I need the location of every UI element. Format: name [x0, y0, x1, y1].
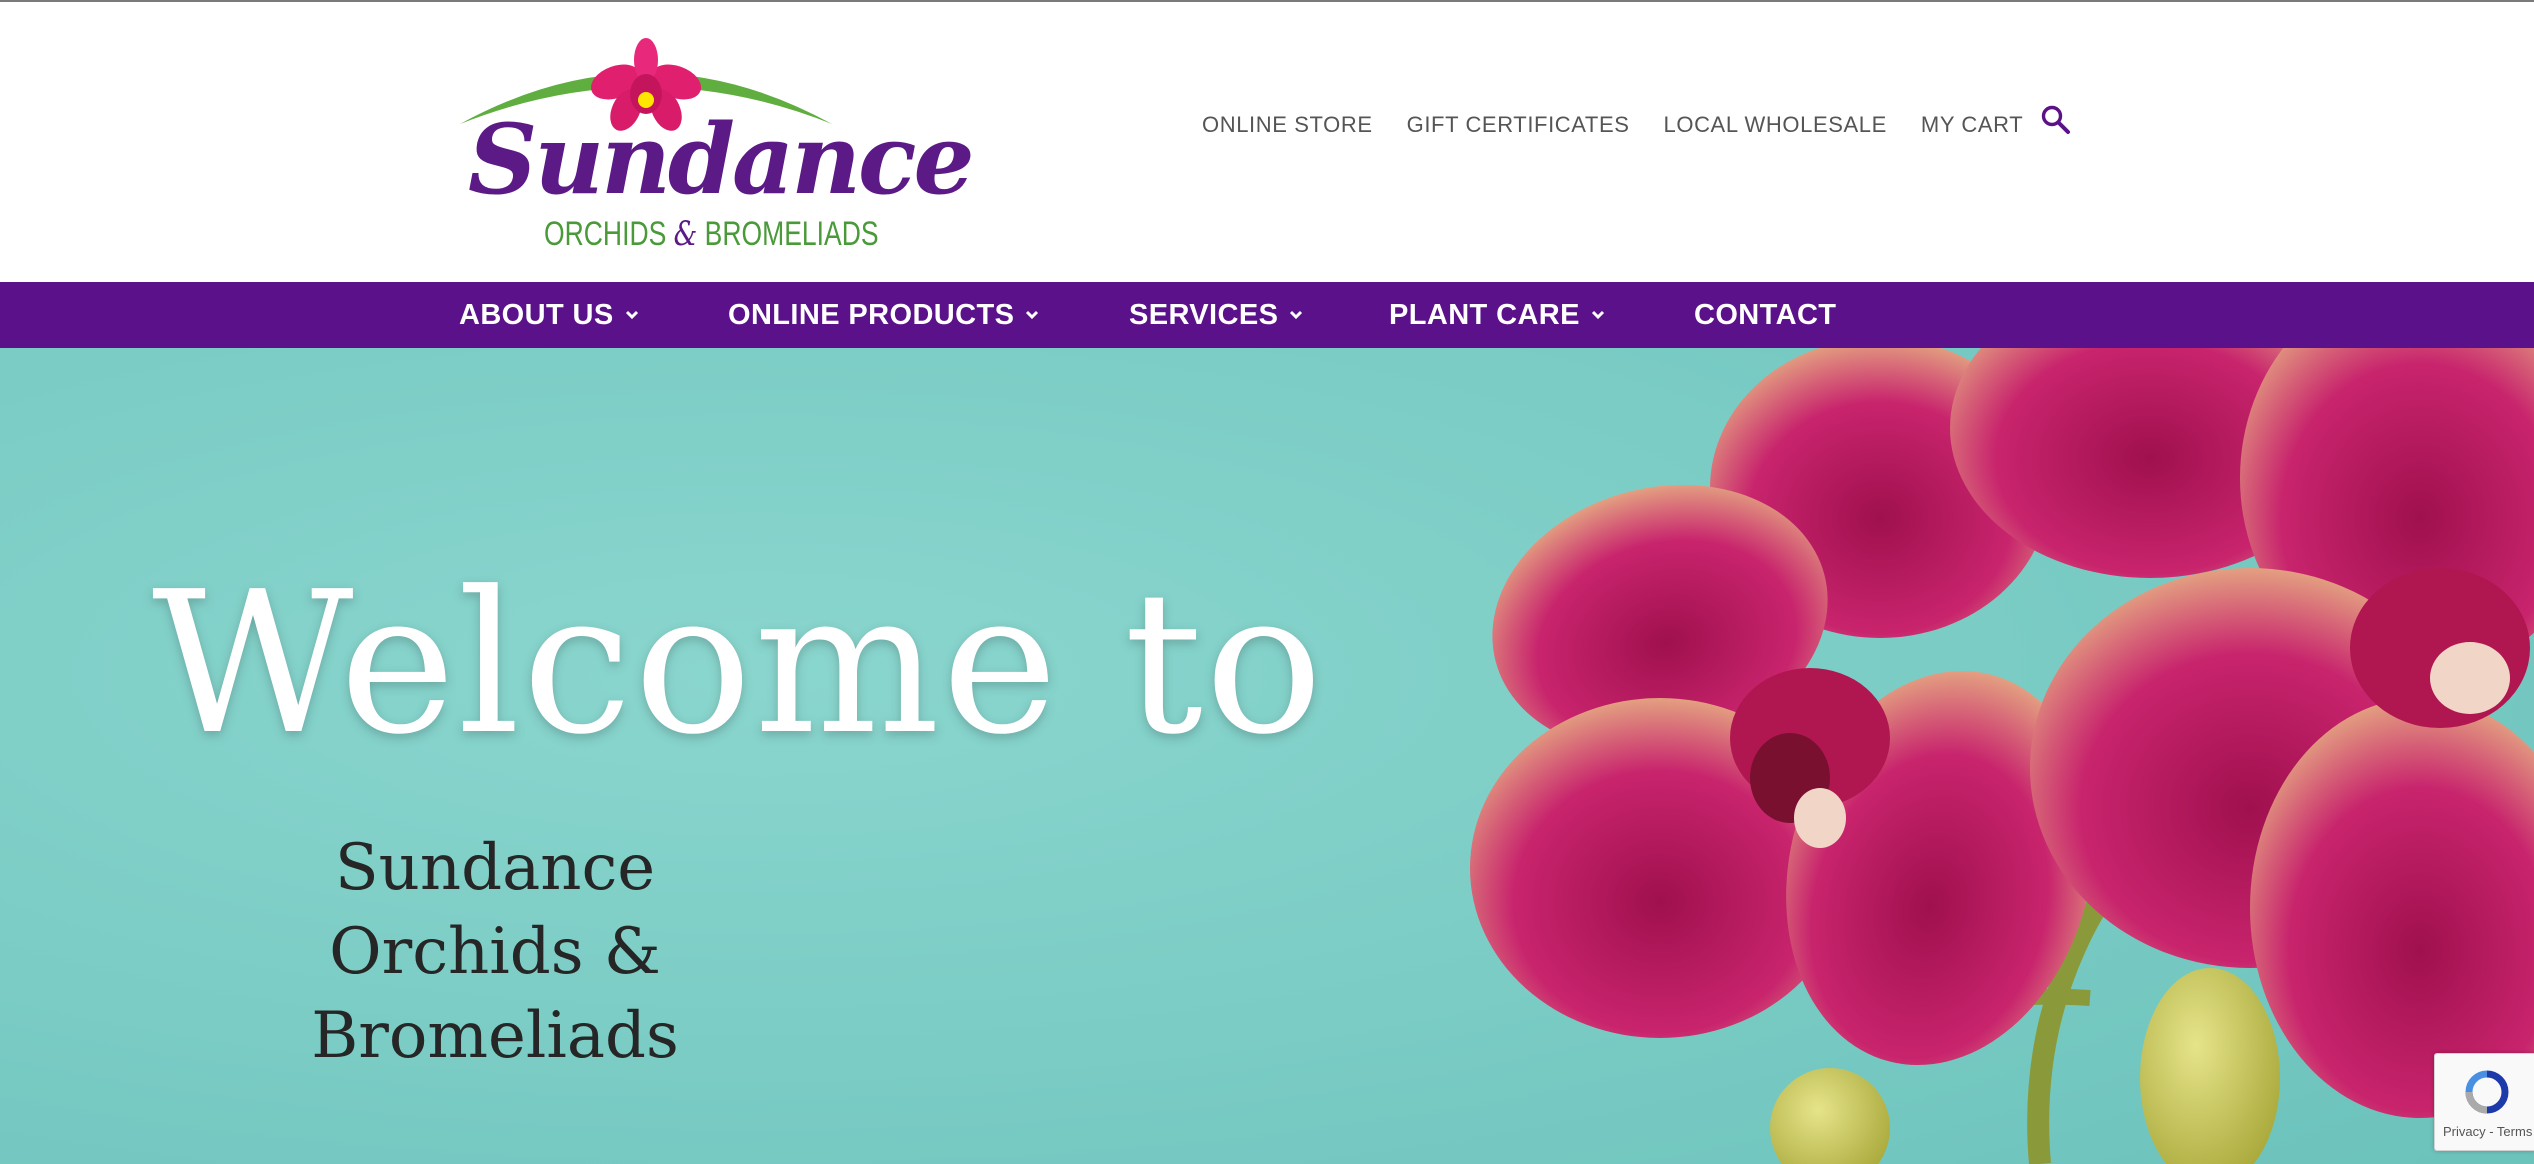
- logo-wordmark: Sundance: [468, 103, 975, 216]
- nav-plant-care[interactable]: PLANT CARE: [1389, 282, 1606, 348]
- utility-link-gift-certificates[interactable]: GIFT CERTIFICATES: [1407, 112, 1630, 138]
- site-header: Sundance ORCHIDS & BROMELIADS ONLINE STO…: [0, 2, 2534, 282]
- chevron-down-icon: [1026, 310, 1039, 320]
- nav-label: PLANT CARE: [1389, 298, 1580, 331]
- utility-nav: ONLINE STORE GIFT CERTIFICATES LOCAL WHO…: [1202, 112, 2023, 138]
- nav-label: CONTACT: [1694, 298, 1837, 331]
- utility-link-my-cart[interactable]: MY CART: [1921, 112, 2023, 138]
- hero-subtitle: Sundance Orchids & Bromeliads: [152, 826, 838, 1078]
- recaptcha-links[interactable]: Privacy - Terms: [2443, 1124, 2532, 1139]
- hero-banner: Welcome to Sundance Orchids & Bromeliads: [0, 348, 2534, 1164]
- site-logo[interactable]: Sundance ORCHIDS & BROMELIADS: [458, 32, 975, 258]
- nav-online-products[interactable]: ONLINE PRODUCTS: [728, 282, 1040, 348]
- nav-contact[interactable]: CONTACT: [1694, 282, 1836, 348]
- nav-label: SERVICES: [1129, 298, 1279, 331]
- chevron-down-icon: [1290, 310, 1303, 320]
- nav-label: ONLINE PRODUCTS: [728, 298, 1015, 331]
- nav-label: ABOUT US: [459, 298, 614, 331]
- logo-tagline: ORCHIDS & BROMELIADS: [544, 214, 879, 254]
- nav-about-us[interactable]: ABOUT US: [459, 282, 640, 348]
- hero-subtitle-line2: Orchids & Bromeliads: [311, 915, 679, 1073]
- hero-headline: Welcome to: [152, 550, 1325, 778]
- search-icon[interactable]: [2040, 104, 2072, 136]
- utility-link-online-store[interactable]: ONLINE STORE: [1202, 112, 1373, 138]
- chevron-down-icon: [1591, 310, 1604, 320]
- logo-tagline-amp: &: [673, 214, 698, 254]
- utility-link-local-wholesale[interactable]: LOCAL WHOLESALE: [1664, 112, 1887, 138]
- logo-tagline-right: BROMELIADS: [704, 215, 879, 253]
- chevron-down-icon: [625, 310, 638, 320]
- hero-subtitle-line1: Sundance: [334, 831, 656, 905]
- main-nav: ABOUT US ONLINE PRODUCTS SERVICES PLANT …: [0, 282, 2534, 348]
- logo-tagline-left: ORCHIDS: [544, 215, 667, 253]
- nav-services[interactable]: SERVICES: [1129, 282, 1304, 348]
- recaptcha-icon: [2465, 1070, 2509, 1114]
- recaptcha-badge[interactable]: Privacy - Terms: [2434, 1053, 2534, 1151]
